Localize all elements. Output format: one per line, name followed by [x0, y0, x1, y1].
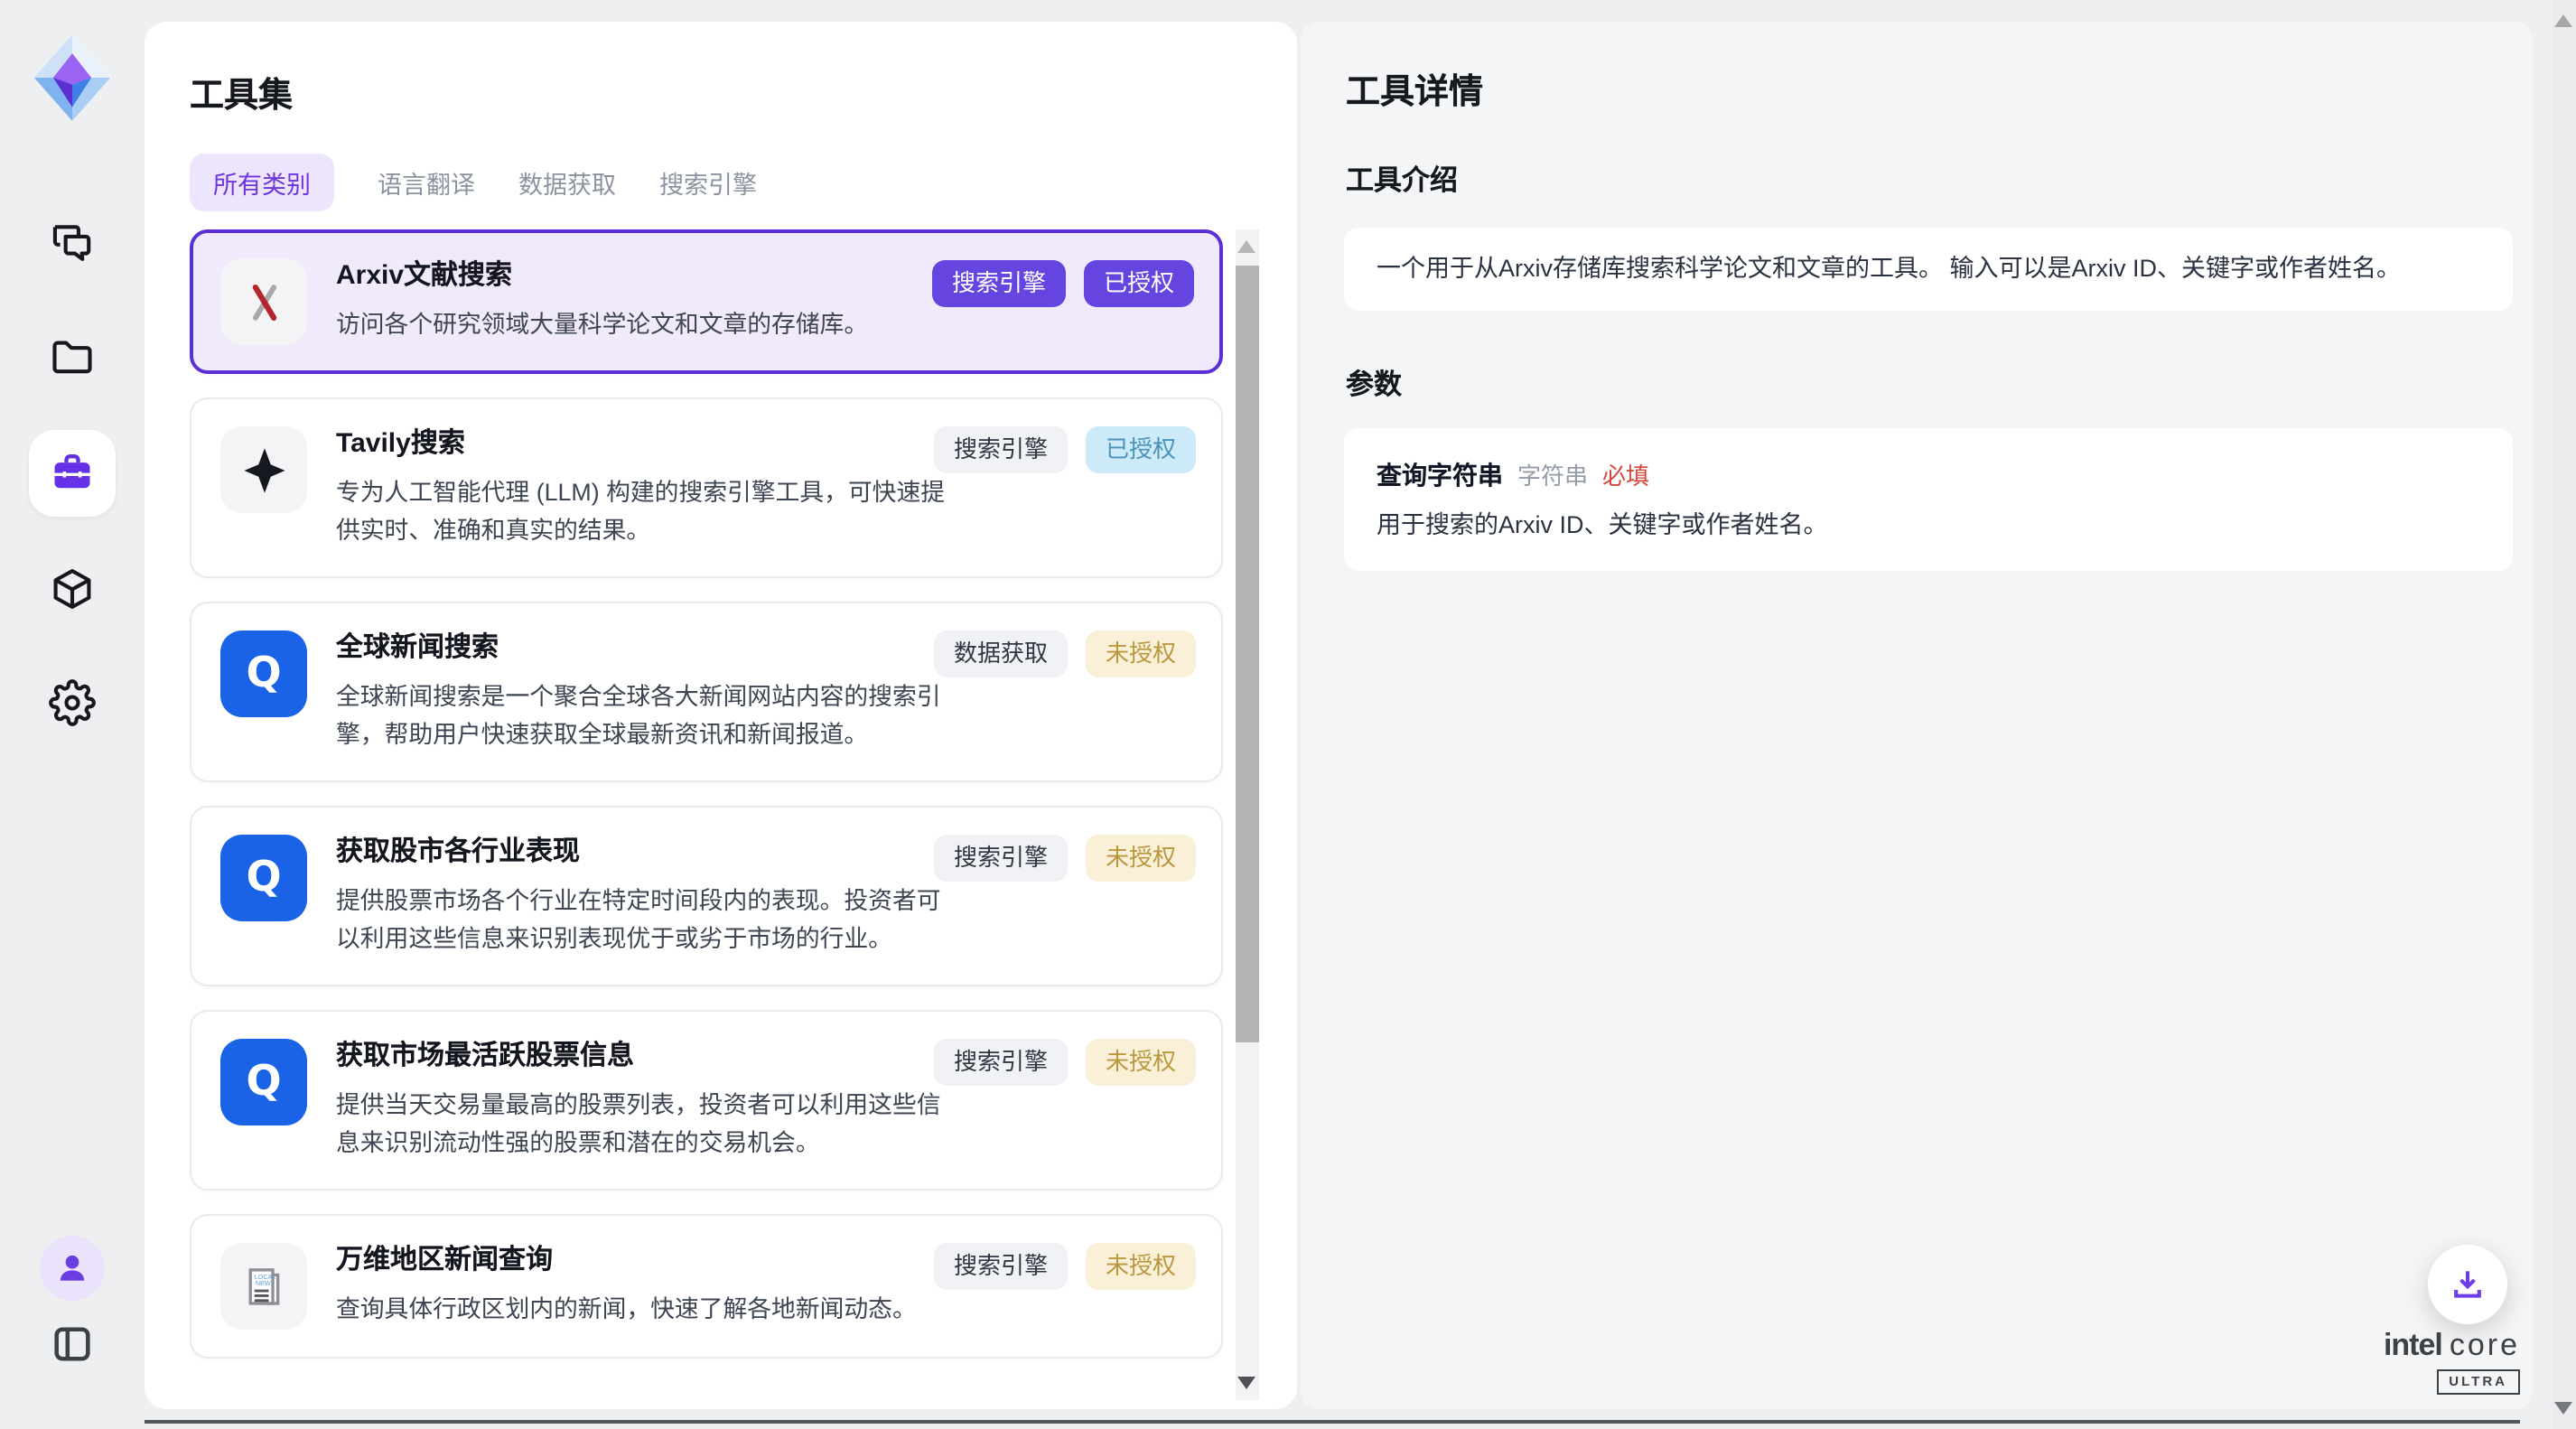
tool-status-badge: 未授权	[1086, 1039, 1196, 1085]
q-icon: Q	[220, 835, 307, 921]
tool-status-badge: 未授权	[1086, 1243, 1196, 1289]
param-description: 用于搜索的Arxiv ID、关键字或作者姓名。	[1377, 508, 2480, 542]
param-type: 字符串	[1517, 457, 1588, 491]
tool-card[interactable]: Arxiv文献搜索 访问各个研究领域大量科学论文和文章的存储库。 搜索引擎 已授…	[190, 229, 1223, 374]
tool-description: 访问各个研究领域大量科学论文和文章的存储库。	[336, 305, 959, 343]
q-icon: Q	[220, 1039, 307, 1125]
tool-status-badge: 未授权	[1086, 630, 1196, 677]
window-scroll-down-icon[interactable]	[2554, 1402, 2572, 1415]
tool-card[interactable]: Tavily搜索 专为人工智能代理 (LLM) 构建的搜索引擎工具，可快速提供实…	[190, 397, 1223, 578]
tool-card[interactable]: Q 获取市场最活跃股票信息 提供当天交易量最高的股票列表，投资者可以利用这些信息…	[190, 1010, 1223, 1191]
tool-category-badge: 搜索引擎	[934, 835, 1068, 881]
arxiv-icon	[220, 258, 307, 345]
tab-语言翻译[interactable]: 语言翻译	[378, 154, 475, 211]
person-icon	[52, 1248, 92, 1288]
window-scrollbar[interactable]	[2553, 0, 2576, 1429]
tool-category-badge: 搜索引擎	[934, 426, 1068, 472]
tool-category-badge: 搜索引擎	[932, 260, 1066, 306]
sidebar-item-files[interactable]	[49, 334, 96, 381]
sidebar-item-chat[interactable]	[49, 219, 96, 266]
scroll-down-arrow-icon[interactable]	[1237, 1377, 1255, 1389]
tab-数据获取[interactable]: 数据获取	[518, 154, 616, 211]
tool-description: 提供当天交易量最高的股票列表，投资者可以利用这些信息来识别流动性强的股票和潜在的…	[336, 1086, 959, 1162]
tool-status-badge: 已授权	[1084, 260, 1194, 306]
tab-所有类别[interactable]: 所有类别	[190, 154, 334, 211]
tool-status-badge: 已授权	[1086, 426, 1196, 472]
tool-description: 全球新闻搜索是一个聚合全球各大新闻网站内容的搜索引擎，帮助用户快速获取全球最新资…	[336, 677, 959, 753]
sidebar-item-settings[interactable]	[49, 679, 96, 726]
intro-heading: 工具介绍	[1346, 159, 1458, 199]
svg-text:NEW: NEW	[255, 1278, 270, 1286]
chat-icon	[49, 219, 96, 266]
parameter-card: 查询字符串字符串必填用于搜索的Arxiv ID、关键字或作者姓名。	[1344, 428, 2513, 571]
user-avatar[interactable]	[40, 1236, 105, 1301]
tool-card[interactable]: Q 全球新闻搜索 全球新闻搜索是一个聚合全球各大新闻网站内容的搜索引擎，帮助用户…	[190, 602, 1223, 782]
sidebar-collapse-button[interactable]	[49, 1321, 96, 1368]
tool-category-badge: 搜索引擎	[934, 1243, 1068, 1289]
tool-category-badge: 搜索引擎	[934, 1039, 1068, 1085]
intel-core-ultra-logo: intelcore ULTRA	[2348, 1330, 2520, 1395]
tool-list-scrollbar[interactable]	[1236, 229, 1259, 1400]
intel-wordmark: intel	[2384, 1328, 2442, 1362]
cube-icon	[49, 565, 96, 612]
q-icon: Q	[220, 630, 307, 717]
tool-list: Arxiv文献搜索 访问各个研究领域大量科学论文和文章的存储库。 搜索引擎 已授…	[190, 229, 1223, 1409]
category-tabs: 所有类别语言翻译数据获取搜索引擎	[190, 154, 757, 211]
download-button[interactable]	[2428, 1245, 2507, 1324]
toolset-panel: 工具集 所有类别语言翻译数据获取搜索引擎 Arxiv文献搜索 访问各个研究领域大…	[145, 22, 1297, 1409]
sidebar-item-tools[interactable]	[29, 430, 116, 517]
window-scroll-up-icon[interactable]	[2554, 14, 2572, 27]
gear-icon	[49, 679, 96, 726]
ultra-badge: ULTRA	[2436, 1368, 2520, 1394]
folder-icon	[49, 334, 96, 381]
tab-搜索引擎[interactable]: 搜索引擎	[659, 154, 757, 211]
sidebar-item-models[interactable]	[49, 565, 96, 612]
core-wordmark: core	[2450, 1328, 2520, 1362]
params-heading: 参数	[1346, 363, 1402, 403]
news-icon: LOCALNEW	[220, 1243, 307, 1330]
panel-toggle-icon	[49, 1321, 96, 1368]
tool-description: 专为人工智能代理 (LLM) 构建的搜索引擎工具，可快速提供实时、准确和真实的结…	[336, 473, 959, 549]
page-title: 工具集	[190, 69, 293, 117]
download-icon	[2448, 1265, 2487, 1304]
tool-description: 查询具体行政区划内的新闻，快速了解各地新闻动态。	[336, 1290, 959, 1328]
app-window: 工具集 所有类别语言翻译数据获取搜索引擎 Arxiv文献搜索 访问各个研究领域大…	[0, 0, 2576, 1429]
param-required-flag: 必填	[1602, 457, 1649, 491]
tool-description: 提供股票市场各个行业在特定时间段内的表现。投资者可以利用这些信息来识别表现优于或…	[336, 882, 959, 957]
star-icon	[220, 426, 307, 513]
icon-sidebar	[0, 0, 145, 1429]
tool-card[interactable]: LOCALNEW 万维地区新闻查询 查询具体行政区划内的新闻，快速了解各地新闻动…	[190, 1214, 1223, 1359]
toolbox-icon	[49, 450, 96, 497]
app-logo-icon	[31, 31, 114, 125]
tool-card[interactable]: Q 获取股市各行业表现 提供股票市场各个行业在特定时间段内的表现。投资者可以利用…	[190, 806, 1223, 986]
tool-details-pane: 工具详情 工具介绍 一个用于从Arxiv存储库搜索科学论文和文章的工具。 输入可…	[1301, 22, 2533, 1409]
scroll-up-arrow-icon[interactable]	[1237, 240, 1255, 253]
intro-text: 一个用于从Arxiv存储库搜索科学论文和文章的工具。 输入可以是Arxiv ID…	[1344, 228, 2513, 311]
window-bottom-edge	[145, 1420, 2520, 1424]
tool-status-badge: 未授权	[1086, 835, 1196, 881]
scrollbar-thumb[interactable]	[1236, 266, 1259, 1042]
param-name: 查询字符串	[1377, 457, 1503, 493]
tool-category-badge: 数据获取	[934, 630, 1068, 677]
details-title: 工具详情	[1346, 65, 1483, 114]
